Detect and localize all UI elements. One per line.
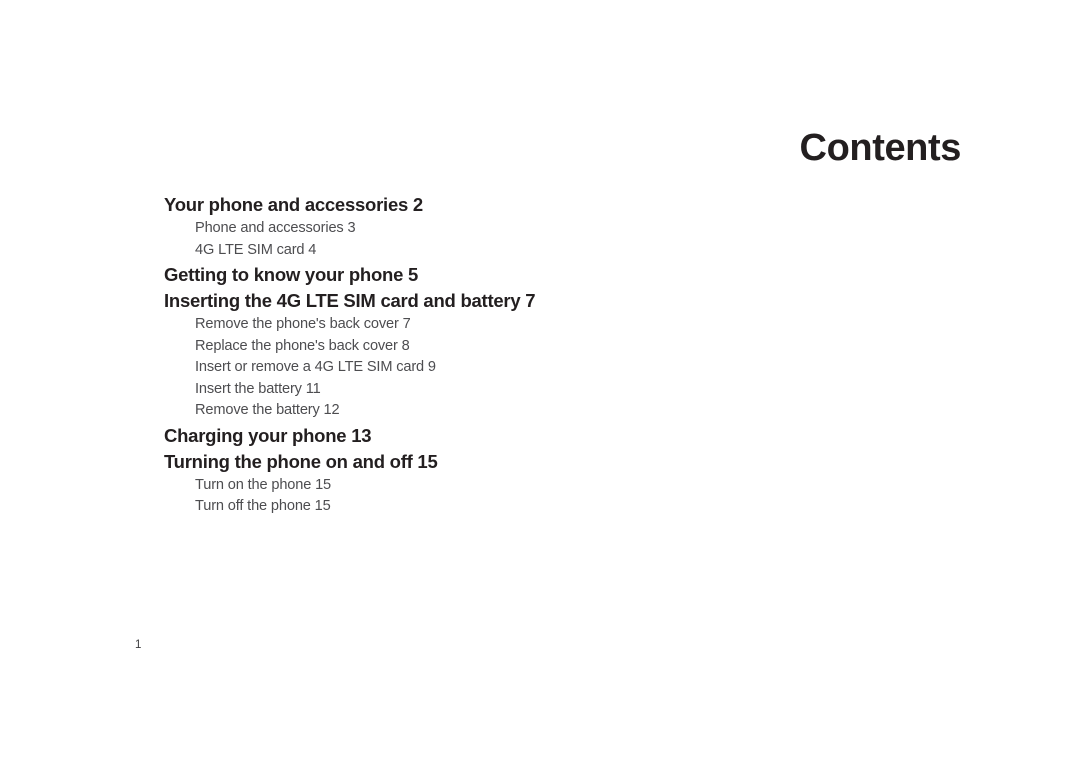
toc-entry-subitem[interactable]: Replace the phone's back cover 8 [195, 336, 864, 358]
toc-entry-subitem[interactable]: Insert the battery 11 [195, 379, 864, 401]
toc-entry-heading[interactable]: Your phone and accessories 2 [164, 192, 864, 218]
toc-entry-subitem[interactable]: 4G LTE SIM card 4 [195, 240, 864, 262]
toc-entry-subitem[interactable]: Insert or remove a 4G LTE SIM card 9 [195, 357, 864, 379]
toc-entry-heading[interactable]: Charging your phone 13 [164, 423, 864, 449]
page-title: Contents [799, 127, 962, 170]
table-of-contents: Your phone and accessories 2 Phone and ac… [164, 192, 864, 518]
toc-entry-heading[interactable]: Turning the phone on and off 15 [164, 449, 864, 475]
page-number: 1 [135, 639, 142, 651]
toc-entry-subitem[interactable]: Turn on the phone 15 [195, 475, 864, 497]
toc-entry-heading[interactable]: Getting to know your phone 5 [164, 262, 864, 288]
toc-entry-heading[interactable]: Inserting the 4G LTE SIM card and batter… [164, 288, 864, 314]
toc-entry-subitem[interactable]: Remove the battery 12 [195, 400, 864, 422]
toc-entry-subitem[interactable]: Phone and accessories 3 [195, 218, 864, 240]
toc-entry-subitem[interactable]: Remove the phone's back cover 7 [195, 314, 864, 336]
toc-entry-subitem[interactable]: Turn off the phone 15 [195, 496, 864, 518]
document-page: Contents Your phone and accessories 2 Pho… [0, 0, 1080, 771]
